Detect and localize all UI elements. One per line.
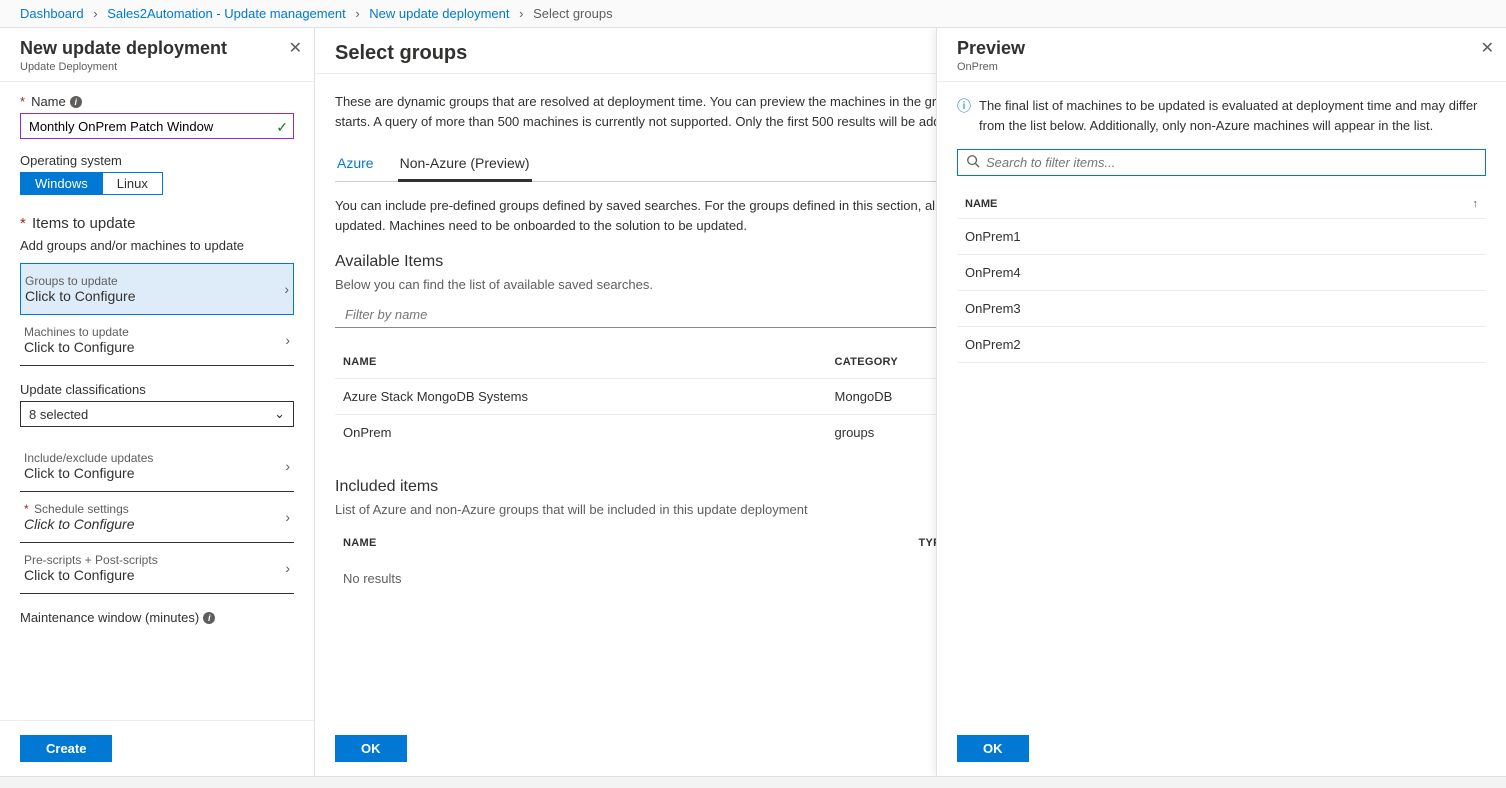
chevron-right-icon: › (285, 332, 290, 348)
horizontal-scrollbar[interactable] (0, 776, 1506, 788)
close-icon[interactable]: ✕ (1481, 38, 1494, 58)
tab-azure[interactable]: Azure (335, 149, 376, 181)
info-icon: ⓘ (957, 96, 971, 135)
chevron-right-icon: › (519, 6, 523, 21)
panel-subtitle: Update Deployment (20, 61, 294, 73)
chevron-right-icon: › (93, 6, 97, 21)
col-name[interactable]: NAME (335, 346, 827, 379)
breadcrumb-link[interactable]: Dashboard (20, 6, 84, 21)
breadcrumb: Dashboard › Sales2Automation - Update ma… (0, 0, 1506, 28)
name-label: *Name i (20, 94, 294, 109)
chevron-right-icon: › (285, 560, 290, 576)
sort-icon[interactable]: ↑ (1473, 198, 1479, 210)
chevron-down-icon: ⌄ (274, 406, 285, 422)
items-title: * Items to update (20, 215, 294, 232)
close-icon[interactable]: ✕ (289, 38, 302, 58)
chevron-right-icon: › (355, 6, 359, 21)
info-icon[interactable]: i (203, 612, 215, 624)
list-item[interactable]: OnPrem2 (957, 327, 1486, 363)
search-input[interactable] (986, 155, 1477, 170)
preview-panel: Preview OnPrem ✕ ⓘ The final list of mac… (936, 28, 1506, 776)
list-item[interactable]: OnPrem3 (957, 291, 1486, 327)
ok-button[interactable]: OK (957, 735, 1029, 762)
list-item[interactable]: OnPrem1 (957, 219, 1486, 255)
chevron-right-icon: › (285, 509, 290, 525)
create-button[interactable]: Create (20, 735, 112, 762)
list-item[interactable]: OnPrem4 (957, 255, 1486, 291)
chevron-right-icon: › (285, 458, 290, 474)
maintenance-label: Maintenance window (minutes) i (20, 610, 294, 625)
search-box[interactable] (957, 149, 1486, 176)
include-exclude-item[interactable]: Include/exclude updates Click to Configu… (20, 441, 294, 492)
panel-title: New update deployment (20, 38, 294, 59)
new-deployment-panel: New update deployment Update Deployment … (0, 28, 315, 776)
col-name[interactable]: NAME (965, 198, 997, 210)
groups-to-update-item[interactable]: Groups to update Click to Configure › (20, 263, 294, 315)
schedule-settings-item[interactable]: * Schedule settings Click to Configure › (20, 492, 294, 543)
search-icon (966, 154, 980, 171)
os-windows-button[interactable]: Windows (20, 172, 102, 195)
breadcrumb-current: Select groups (533, 6, 613, 21)
items-sub: Add groups and/or machines to update (20, 238, 294, 253)
classifications-label: Update classifications (20, 382, 294, 397)
panel-subtitle: OnPrem (957, 61, 1486, 73)
pre-post-scripts-item[interactable]: Pre-scripts + Post-scripts Click to Conf… (20, 543, 294, 594)
panel-title: Preview (957, 38, 1486, 59)
breadcrumb-link[interactable]: New update deployment (369, 6, 509, 21)
name-input[interactable] (20, 113, 294, 139)
os-linux-button[interactable]: Linux (102, 172, 163, 195)
os-label: Operating system (20, 153, 294, 168)
chevron-right-icon: › (284, 281, 289, 297)
ok-button[interactable]: OK (335, 735, 407, 762)
info-text: The final list of machines to be updated… (979, 96, 1486, 135)
machines-to-update-item[interactable]: Machines to update Click to Configure › (20, 315, 294, 366)
classifications-select[interactable]: 8 selected ⌄ (20, 401, 294, 427)
info-icon[interactable]: i (70, 96, 82, 108)
check-icon: ✓ (276, 119, 288, 136)
col-name[interactable]: NAME (335, 527, 911, 559)
breadcrumb-link[interactable]: Sales2Automation - Update management (107, 6, 345, 21)
tab-non-azure[interactable]: Non-Azure (Preview) (398, 149, 532, 182)
